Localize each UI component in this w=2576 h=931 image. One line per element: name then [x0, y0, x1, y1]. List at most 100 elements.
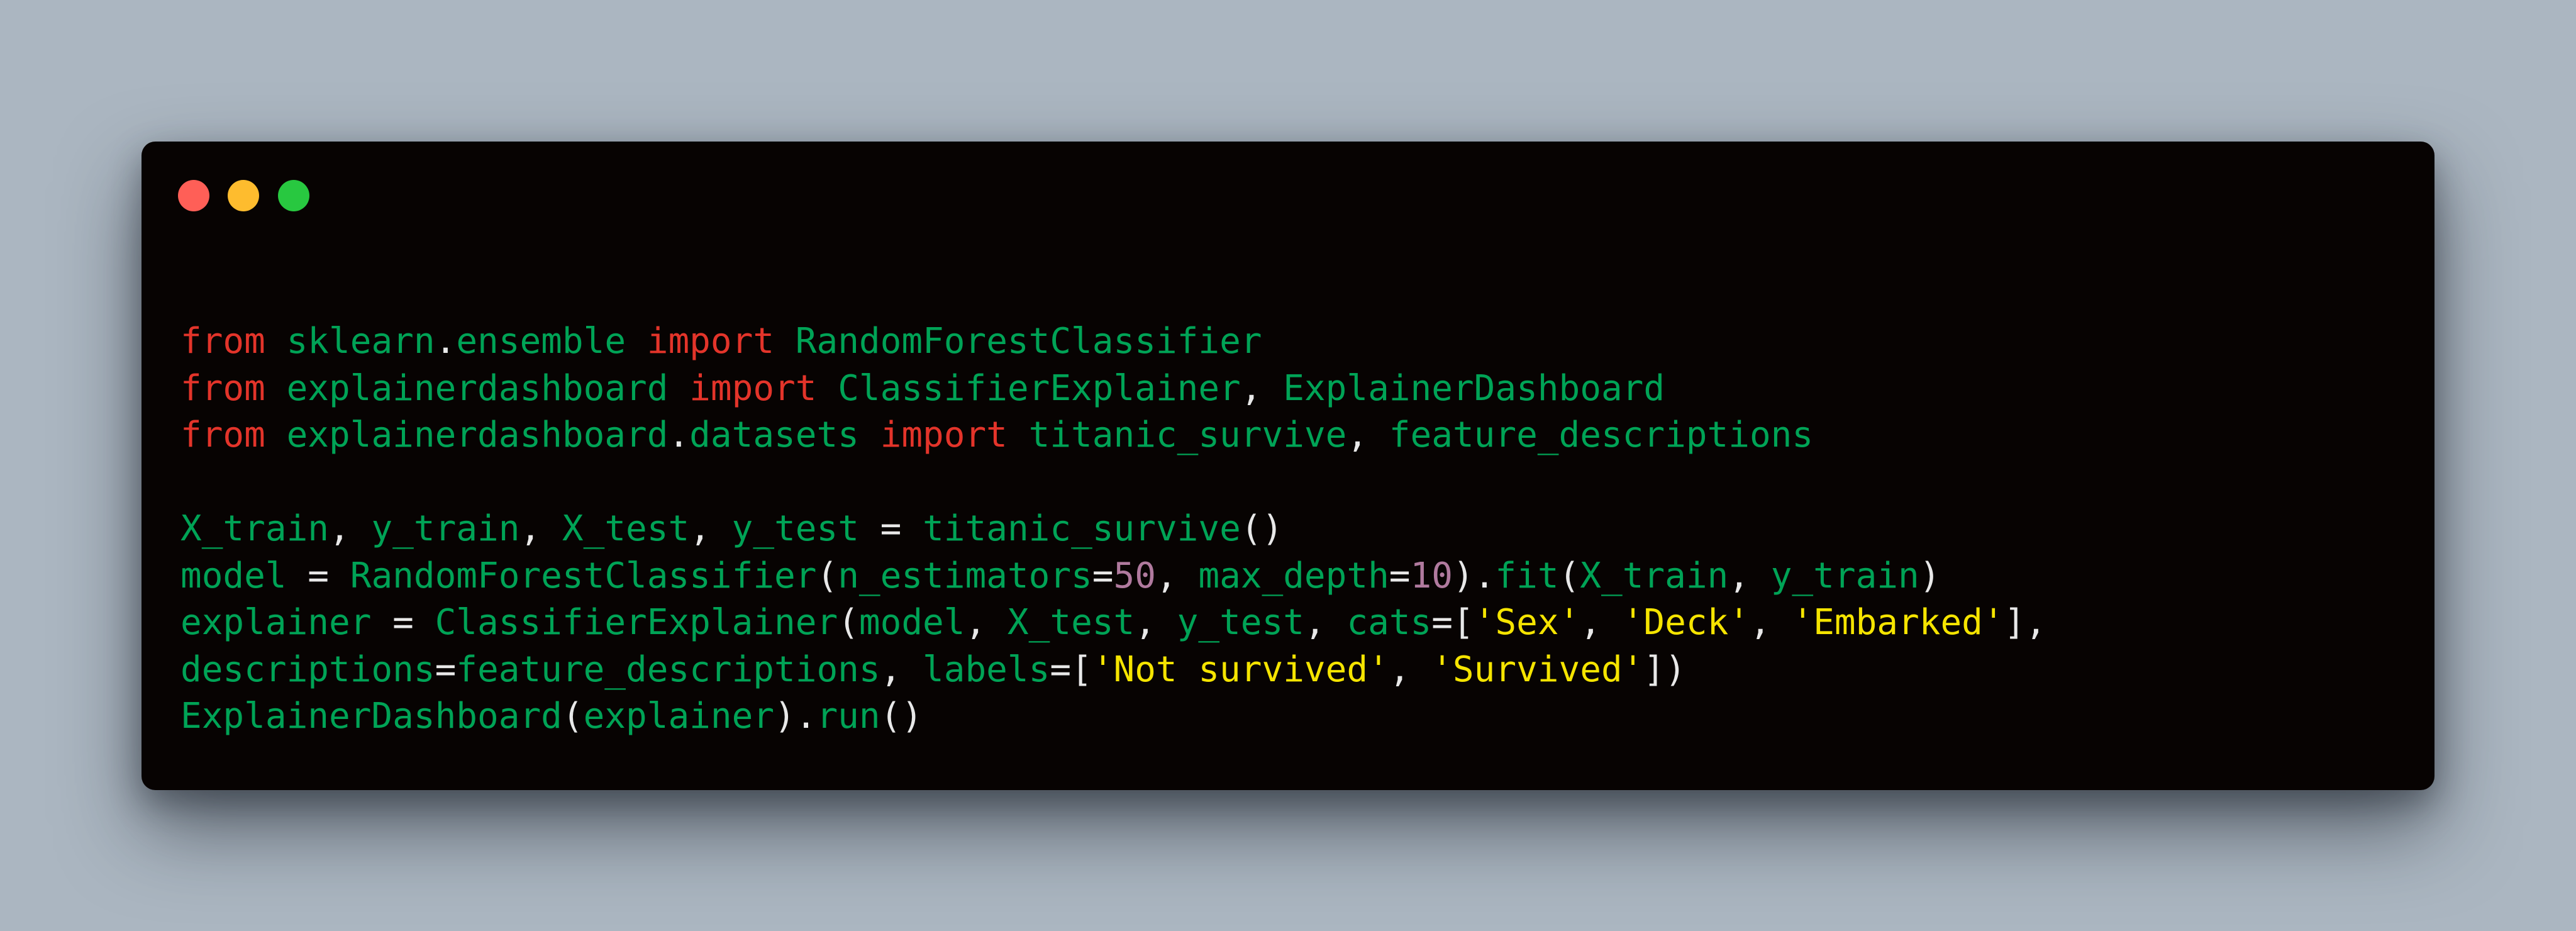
code-keyword: from [180, 367, 265, 409]
code-identifier: labels [923, 649, 1050, 690]
code-identifier: fit [1495, 555, 1559, 596]
code-line: explainer = ClassifierExplainer(model, X… [180, 599, 2046, 647]
code-punctuation: , [1346, 415, 1389, 455]
code-identifier: titanic_survive [923, 508, 1241, 549]
code-punctuation: , [965, 602, 1008, 643]
code-identifier: titanic_survive [1028, 415, 1347, 455]
code-punctuation [265, 415, 287, 455]
code-punctuation: ]) [1643, 649, 1686, 690]
code-keyword: from [180, 321, 265, 362]
code-number: 10 [1410, 555, 1453, 596]
code-punctuation: ( [816, 555, 838, 596]
code-identifier: y_train [371, 508, 520, 549]
code-punctuation: , [1135, 602, 1177, 643]
code-punctuation: , [1389, 649, 1432, 690]
code-punctuation: , [1304, 602, 1347, 643]
code-string: 'Sex' [1474, 602, 1580, 643]
code-identifier: cats [1346, 602, 1432, 643]
code-punctuation: , [1580, 602, 1623, 643]
code-punctuation: () [880, 696, 923, 737]
code-punctuation: = [1389, 555, 1411, 596]
code-identifier: y_test [731, 508, 859, 549]
code-identifier: X_train [180, 508, 330, 549]
code-identifier: n_estimators [838, 555, 1092, 596]
code-punctuation: = [371, 602, 435, 643]
code-punctuation [816, 368, 838, 409]
code-keyword: import [880, 415, 1008, 455]
code-punctuation: ( [838, 602, 859, 643]
code-identifier: feature_descriptions [456, 649, 880, 690]
code-punctuation: = [435, 649, 457, 690]
code-identifier: ClassifierExplainer [838, 367, 1241, 409]
code-punctuation [626, 321, 647, 362]
code-punctuation: ). [774, 696, 817, 737]
code-identifier: max_depth [1198, 555, 1389, 596]
code-string: 'Embarked' [1792, 602, 2004, 643]
code-punctuation: = [858, 508, 923, 549]
code-identifier: ExplainerDashboard [180, 696, 562, 737]
code-punctuation [265, 321, 287, 362]
code-punctuation: , [1728, 555, 1771, 596]
code-punctuation: ) [1919, 555, 1941, 596]
code-identifier: sklearn [286, 321, 435, 362]
code-punctuation: , [329, 508, 372, 549]
code-punctuation [859, 415, 880, 455]
code-identifier: run [816, 696, 880, 737]
code-line: model = RandomForestClassifier(n_estimat… [180, 553, 2046, 600]
maximize-button[interactable] [278, 180, 309, 211]
code-line: X_train, y_train, X_test, y_test = titan… [180, 506, 2046, 553]
code-identifier: descriptions [180, 649, 435, 690]
code-keyword: from [180, 415, 265, 455]
code-keyword: import [689, 367, 817, 409]
code-punctuation: =[ [1431, 602, 1474, 643]
code-identifier: X_train [1580, 555, 1729, 596]
code-identifier: model [180, 555, 287, 596]
code-punctuation [668, 368, 689, 409]
code-punctuation: () [1240, 508, 1284, 549]
code-punctuation: ). [1452, 555, 1496, 596]
code-identifier: datasets [689, 415, 859, 455]
code-identifier: explainerdashboard [286, 415, 669, 455]
code-string: 'Deck' [1622, 602, 1750, 643]
code-punctuation: . [435, 321, 457, 362]
code-string: 'Survived' [1431, 649, 1644, 690]
code-line: from explainerdashboard import Classifie… [180, 365, 2046, 413]
code-identifier: ClassifierExplainer [435, 602, 838, 643]
code-identifier: ExplainerDashboard [1283, 367, 1665, 409]
code-punctuation [265, 368, 287, 409]
code-identifier: ensemble [456, 321, 626, 362]
minimize-button[interactable] [228, 180, 259, 211]
code-identifier: RandomForestClassifier [350, 555, 817, 596]
code-number: 50 [1113, 555, 1156, 596]
code-punctuation: =[ [1050, 649, 1092, 690]
code-punctuation: ( [1558, 555, 1580, 596]
code-punctuation: , [1155, 555, 1199, 596]
close-button[interactable] [178, 180, 209, 211]
code-string: 'Not survived' [1092, 649, 1389, 690]
code-punctuation [1008, 415, 1029, 455]
code-punctuation: , [689, 508, 732, 549]
code-line: from explainerdashboard.datasets import … [180, 412, 2046, 459]
code-punctuation: , [1750, 602, 1792, 643]
code-identifier: feature_descriptions [1389, 415, 1814, 455]
code-identifier: y_train [1770, 555, 1919, 596]
code-identifier: explainerdashboard [286, 367, 669, 409]
code-identifier: explainer [583, 696, 775, 737]
code-punctuation: . [668, 415, 690, 455]
code-block: from sklearn.ensemble import RandomFores… [180, 318, 2046, 740]
code-line: descriptions=feature_descriptions, label… [180, 647, 2046, 694]
code-identifier: X_test [562, 508, 690, 549]
code-identifier: model [858, 602, 965, 643]
code-identifier: RandomForestClassifier [795, 321, 1262, 362]
code-line: ExplainerDashboard(explainer).run() [180, 693, 2046, 740]
code-punctuation: , [880, 649, 923, 690]
code-keyword: import [647, 321, 775, 362]
code-punctuation: , [1240, 367, 1284, 409]
code-punctuation: , [519, 508, 562, 549]
code-punctuation: ], [2004, 602, 2047, 643]
code-punctuation [774, 321, 796, 362]
code-identifier: explainer [180, 602, 372, 643]
code-line: from sklearn.ensemble import RandomFores… [180, 318, 2046, 365]
code-identifier: y_test [1177, 602, 1304, 643]
